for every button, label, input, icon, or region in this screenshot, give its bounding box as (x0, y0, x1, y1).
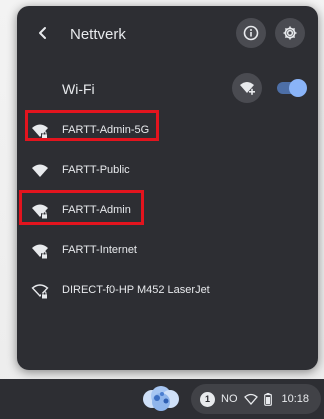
info-button[interactable] (236, 18, 266, 48)
launcher-icon[interactable] (142, 384, 180, 414)
settings-button[interactable] (275, 18, 305, 48)
arrow-left-icon (39, 27, 46, 39)
wifi-lock-icon (32, 244, 48, 259)
wifi-toggle-knob (289, 79, 307, 97)
network-name: FARTT-Public (62, 164, 130, 176)
wifi-lock-outline-icon (31, 284, 49, 299)
network-item[interactable]: DIRECT-f0-HP M452 LaserJet (17, 271, 318, 311)
notification-badge[interactable]: 1 (200, 391, 215, 407)
panel-header: Nettverk (17, 6, 318, 58)
network-item[interactable]: FARTT-Internet (17, 231, 318, 271)
keyboard-layout: NO (221, 393, 238, 405)
wifi-status-icon (243, 393, 258, 405)
wifi-label: Wi-Fi (62, 81, 95, 97)
network-panel: Nettverk Wi-Fi FARTT-Admin-5G FARTT-Publ… (17, 6, 318, 370)
network-name: FARTT-Admin (62, 204, 131, 216)
back-button[interactable] (32, 22, 54, 44)
wifi-add-icon (240, 82, 255, 95)
battery-icon (263, 392, 272, 406)
wifi-lock-icon (32, 124, 48, 139)
status-tray[interactable]: 1 NO 10:18 (191, 384, 321, 414)
wifi-lock-icon (32, 204, 48, 219)
network-item[interactable]: FARTT-Public (17, 151, 318, 191)
gear-icon (283, 26, 297, 40)
clock-time: 10:18 (281, 393, 310, 405)
page-title: Nettverk (70, 26, 126, 43)
network-name: DIRECT-f0-HP M452 LaserJet (62, 284, 210, 296)
add-network-button[interactable] (232, 73, 262, 103)
wifi-toggle[interactable] (277, 79, 307, 97)
info-icon (243, 25, 259, 41)
network-name: FARTT-Internet (62, 244, 137, 256)
wifi-icon (32, 164, 48, 177)
network-name: FARTT-Admin-5G (62, 124, 150, 136)
wifi-toggle-row: Wi-Fi (17, 68, 318, 108)
network-item[interactable]: FARTT-Admin-5G (17, 111, 318, 151)
network-item[interactable]: FARTT-Admin (17, 191, 318, 231)
